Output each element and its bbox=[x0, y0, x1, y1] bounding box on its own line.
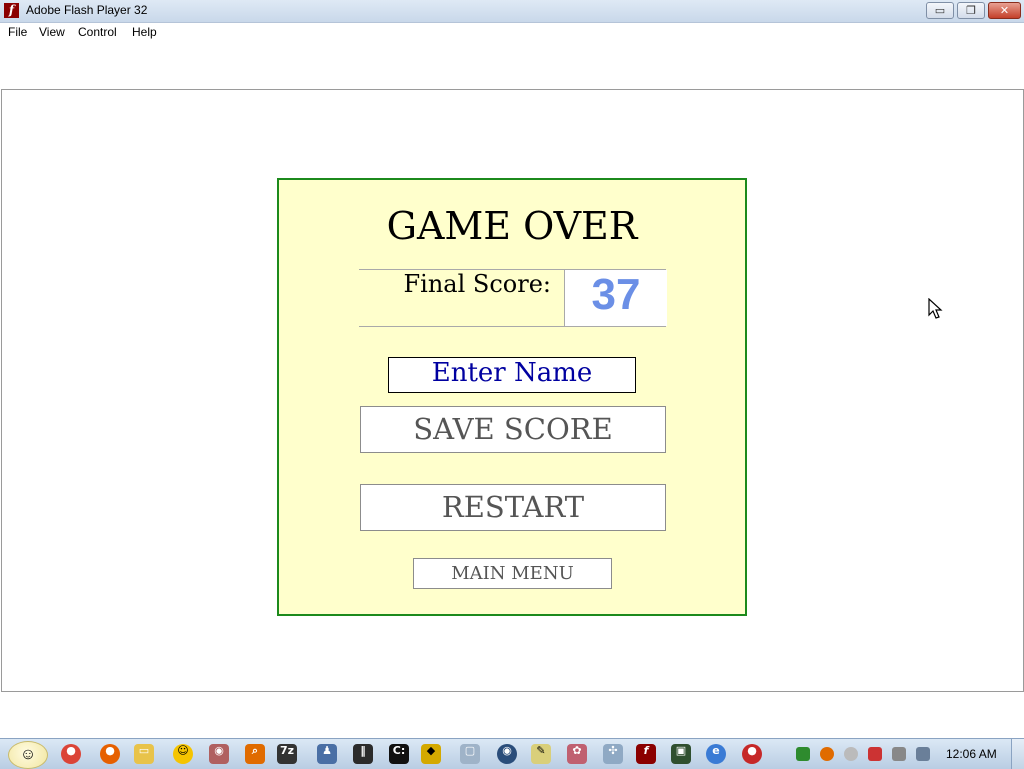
taskbar: ☺ ● ● ▭ ☺ ◉ ⌕ 7z ♟ ‖ C: ◆ ▢ ◉ ✎ ✿ ✣ f ▣ … bbox=[0, 738, 1024, 769]
show-desktop-button[interactable] bbox=[1011, 739, 1024, 769]
tool-icon[interactable]: ✣ bbox=[603, 744, 623, 764]
media-icon[interactable]: ◉ bbox=[497, 744, 517, 764]
firefox-icon[interactable]: ● bbox=[100, 744, 120, 764]
equalizer-icon[interactable]: ‖ bbox=[353, 744, 373, 764]
network-icon[interactable]: ♟ bbox=[317, 744, 337, 764]
monitor-icon[interactable]: ▣ bbox=[671, 744, 691, 764]
browser-icon[interactable]: e bbox=[706, 744, 726, 764]
final-score-row: Final Score: 37 bbox=[359, 269, 667, 327]
save-score-button[interactable]: SAVE SCORE bbox=[360, 406, 666, 453]
battery-icon[interactable] bbox=[796, 747, 810, 761]
name-input[interactable]: Enter Name bbox=[388, 357, 636, 393]
7zip-icon[interactable]: 7z bbox=[277, 744, 297, 764]
window-title: Adobe Flash Player 32 bbox=[26, 3, 148, 17]
paint-icon[interactable]: ✿ bbox=[567, 744, 587, 764]
restore-button[interactable]: ❐ bbox=[957, 2, 985, 19]
restart-button[interactable]: RESTART bbox=[360, 484, 666, 531]
network-status-icon[interactable] bbox=[868, 747, 882, 761]
messenger-icon[interactable]: ☺ bbox=[173, 744, 193, 764]
game-over-panel: GAME OVER Final Score: 37 Enter Name SAV… bbox=[277, 178, 747, 616]
folder-icon[interactable]: ▭ bbox=[134, 744, 154, 764]
main-menu-button[interactable]: MAIN MENU bbox=[413, 558, 612, 589]
notepad-icon[interactable]: ✎ bbox=[531, 744, 551, 764]
smiley-icon[interactable] bbox=[844, 747, 858, 761]
flag-icon[interactable] bbox=[892, 747, 906, 761]
game-icon[interactable]: ● bbox=[742, 744, 762, 764]
menu-view[interactable]: View bbox=[39, 25, 65, 39]
menu-control[interactable]: Control bbox=[78, 25, 117, 39]
search-icon[interactable]: ⌕ bbox=[245, 744, 265, 764]
flash-player-window: f Adobe Flash Player 32 ▭ ❐ ✕ File View … bbox=[0, 0, 1024, 738]
window-icon[interactable]: ▢ bbox=[460, 744, 480, 764]
menu-bar: File View Control Help bbox=[0, 23, 1024, 41]
final-score-value: 37 bbox=[564, 270, 667, 326]
mouse-cursor-icon bbox=[928, 298, 943, 319]
minimize-button[interactable]: ▭ bbox=[926, 2, 954, 19]
flash-app-icon: f bbox=[4, 3, 19, 18]
close-button[interactable]: ✕ bbox=[988, 2, 1021, 19]
app-icon[interactable]: ◉ bbox=[209, 744, 229, 764]
final-score-label: Final Score: bbox=[403, 270, 552, 298]
shield-icon[interactable]: ◆ bbox=[421, 744, 441, 764]
game-over-title: GAME OVER bbox=[386, 204, 638, 248]
start-button[interactable]: ☺ bbox=[8, 741, 48, 769]
flash-icon[interactable]: f bbox=[636, 744, 656, 764]
terminal-icon[interactable]: C: bbox=[389, 744, 409, 764]
volume-icon[interactable] bbox=[916, 747, 930, 761]
title-bar[interactable]: f Adobe Flash Player 32 ▭ ❐ ✕ bbox=[0, 0, 1024, 23]
taskbar-clock[interactable]: 12:06 AM bbox=[946, 747, 997, 761]
tray-search-icon[interactable] bbox=[820, 747, 834, 761]
chrome-icon[interactable]: ● bbox=[61, 744, 81, 764]
menu-file[interactable]: File bbox=[8, 25, 27, 39]
menu-help[interactable]: Help bbox=[132, 25, 157, 39]
